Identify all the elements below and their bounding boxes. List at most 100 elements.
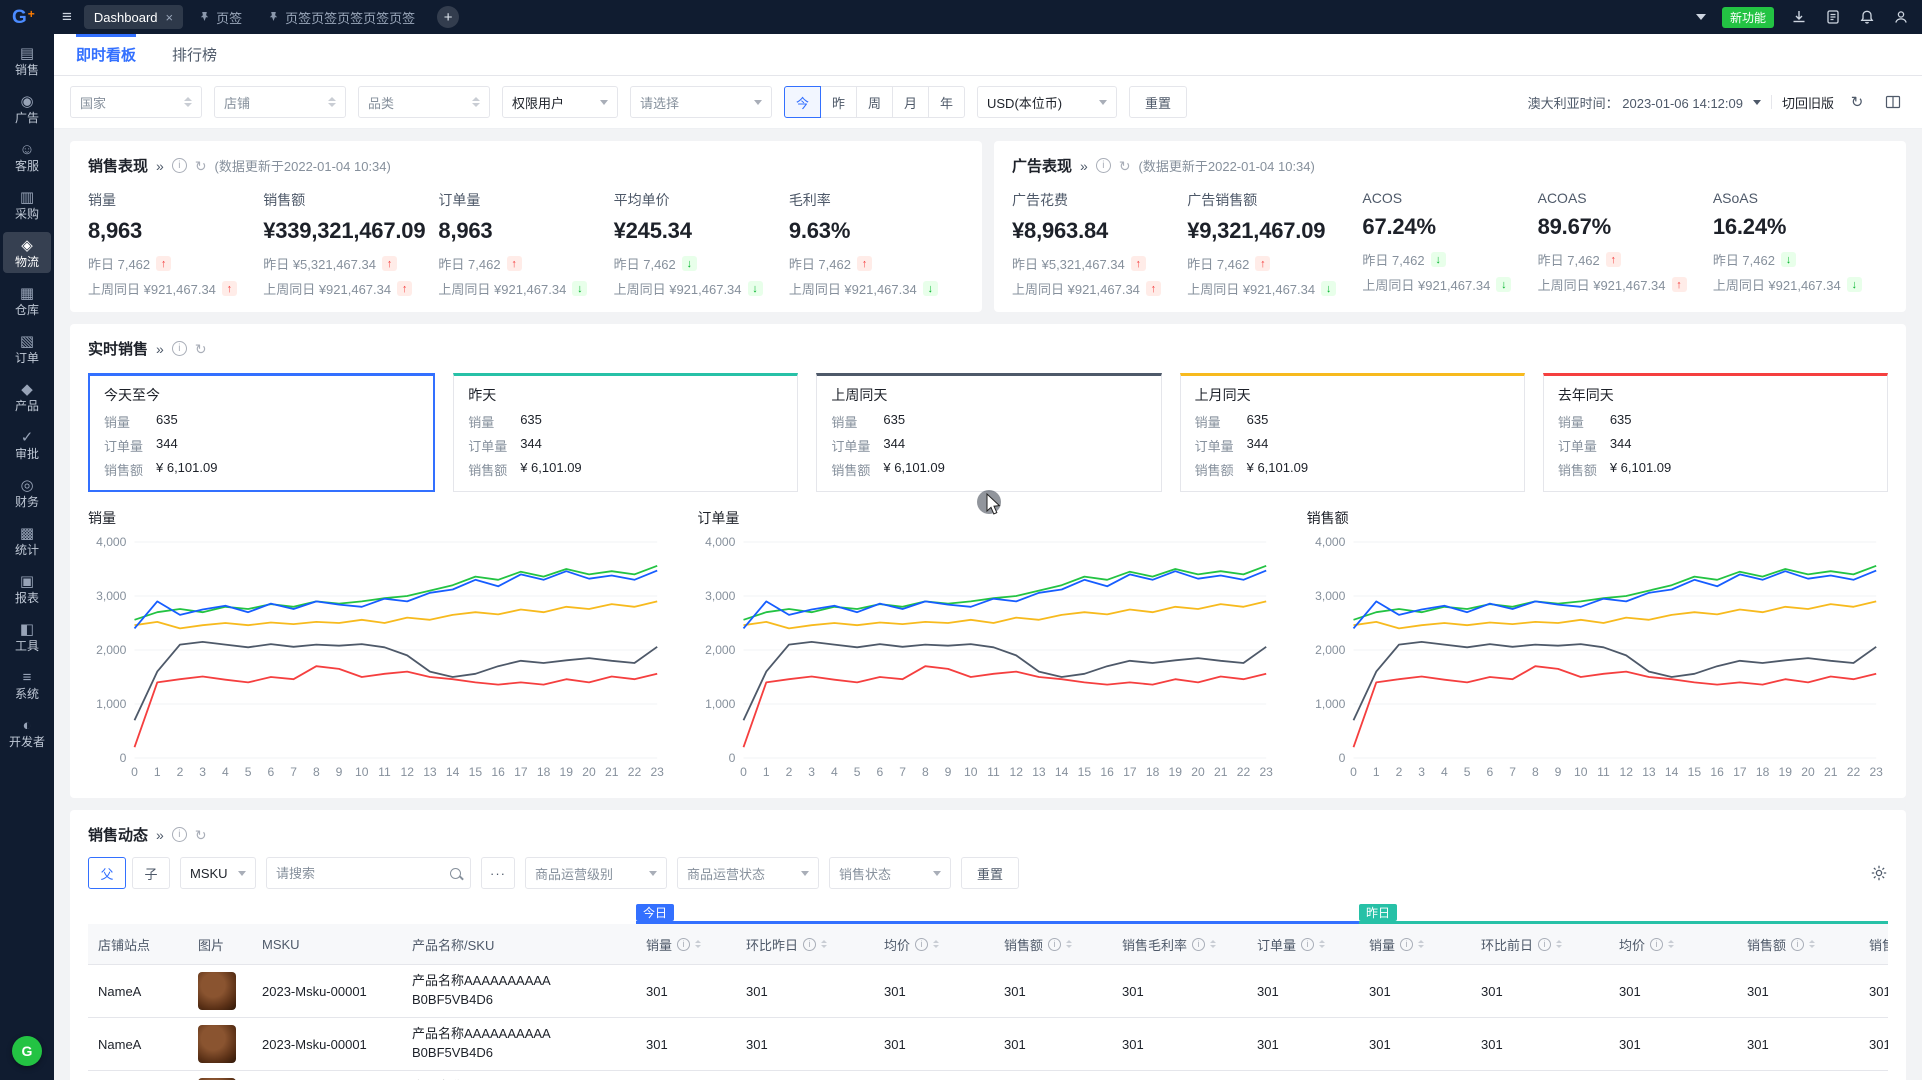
product-image[interactable]: [198, 1025, 236, 1063]
refresh-icon[interactable]: ↻: [195, 159, 207, 173]
refresh-icon[interactable]: ↻: [195, 828, 207, 842]
topbar-tab[interactable]: 页签: [189, 5, 252, 29]
document-icon[interactable]: [1824, 8, 1842, 26]
column-header[interactable]: 均价i: [874, 923, 994, 965]
tab-close-icon[interactable]: ×: [166, 10, 174, 25]
column-header[interactable]: 销售额i: [1737, 923, 1859, 965]
sort-icon[interactable]: [1668, 940, 1674, 948]
info-icon[interactable]: i: [1400, 938, 1413, 951]
sidebar-item-orders[interactable]: ▧订单: [3, 328, 51, 369]
info-icon[interactable]: i: [172, 158, 187, 173]
sort-icon[interactable]: [1066, 940, 1072, 948]
info-icon[interactable]: i: [1048, 938, 1061, 951]
time-today-button[interactable]: 今: [784, 86, 821, 118]
product-image[interactable]: [198, 972, 236, 1010]
realtime-summary-card[interactable]: 上月同天销量635订单量344销售额¥ 6,101.09: [1180, 373, 1525, 492]
reset-button[interactable]: 重置: [961, 857, 1019, 889]
table-row[interactable]: NameA2023-Msku-00001产品名称AAAAAAAAAAB0BF5V…: [88, 1071, 1888, 1080]
page-tab[interactable]: 即时看板: [76, 34, 136, 75]
info-icon[interactable]: i: [915, 938, 928, 951]
toggle-child-button[interactable]: 子: [132, 857, 170, 889]
column-header[interactable]: 订单量i: [1247, 923, 1359, 965]
expand-icon[interactable]: [156, 158, 164, 174]
column-header[interactable]: 环比昨日i: [736, 923, 874, 965]
support-avatar[interactable]: G: [12, 1036, 42, 1066]
sort-icon[interactable]: [933, 940, 939, 948]
sidebar-item-reports[interactable]: ▣报表: [3, 568, 51, 609]
sidebar-item-finance[interactable]: ◎财务: [3, 472, 51, 513]
sort-icon[interactable]: [1809, 940, 1815, 948]
product-name[interactable]: 产品名称AAAAAAAAAA: [412, 1025, 626, 1044]
menu-icon[interactable]: ≡: [62, 7, 72, 27]
realtime-summary-card[interactable]: 去年同天销量635订单量344销售额¥ 6,101.09: [1543, 373, 1888, 492]
app-logo[interactable]: G +: [12, 8, 50, 27]
page-tab[interactable]: 排行榜: [172, 34, 217, 75]
more-filters-button[interactable]: ···: [481, 857, 515, 889]
sidebar-item-products[interactable]: ◆产品: [3, 376, 51, 417]
realtime-summary-card[interactable]: 上周同天销量635订单量344销售额¥ 6,101.09: [816, 373, 1161, 492]
expand-icon[interactable]: [1080, 158, 1088, 174]
column-header[interactable]: MSKU: [252, 923, 402, 965]
table-row[interactable]: NameA2023-Msku-00001产品名称AAAAAAAAAAB0BF5V…: [88, 1018, 1888, 1071]
download-icon[interactable]: [1790, 8, 1808, 26]
realtime-summary-card[interactable]: 今天至今销量635订单量344销售额¥ 6,101.09: [88, 373, 435, 492]
sort-icon[interactable]: [1556, 940, 1562, 948]
gear-icon[interactable]: [1870, 864, 1888, 882]
filter-select[interactable]: 请选择: [630, 86, 772, 118]
info-icon[interactable]: i: [803, 938, 816, 951]
bell-icon[interactable]: [1858, 8, 1876, 26]
sort-icon[interactable]: [1418, 940, 1424, 948]
sidebar-item-stats[interactable]: ▩统计: [3, 520, 51, 561]
column-header[interactable]: 销量i: [636, 923, 736, 965]
filter-select[interactable]: 品类: [358, 86, 490, 118]
product-sku[interactable]: B0BF5VB4D6: [412, 991, 626, 1010]
filter-select[interactable]: 权限用户: [502, 86, 618, 118]
sidebar-item-logistics[interactable]: ◈物流: [3, 232, 51, 273]
refresh-icon[interactable]: ↻: [1844, 89, 1870, 115]
product-sku[interactable]: B0BF5VB4D6: [412, 1044, 626, 1063]
dynamics-select[interactable]: 商品运营级别: [525, 857, 667, 889]
search-icon[interactable]: [450, 868, 461, 879]
column-header[interactable]: 店铺站点: [88, 923, 188, 965]
info-icon[interactable]: i: [1650, 938, 1663, 951]
column-header[interactable]: 销售额i: [994, 923, 1112, 965]
search-input[interactable]: [276, 866, 444, 881]
column-header[interactable]: 图片: [188, 923, 252, 965]
switch-old-version-link[interactable]: 切回旧版: [1782, 93, 1834, 112]
time-month-button[interactable]: 月: [892, 86, 929, 118]
info-icon[interactable]: i: [1538, 938, 1551, 951]
info-icon[interactable]: i: [172, 341, 187, 356]
sidebar-item-purchase[interactable]: ▥采购: [3, 184, 51, 225]
sidebar-item-warehouse[interactable]: ▦仓库: [3, 280, 51, 321]
column-header[interactable]: 均价i: [1609, 923, 1737, 965]
time-year-button[interactable]: 年: [928, 86, 965, 118]
time-week-button[interactable]: 周: [856, 86, 893, 118]
info-icon[interactable]: i: [677, 938, 690, 951]
filter-select[interactable]: 国家: [70, 86, 202, 118]
layout-columns-icon[interactable]: [1880, 89, 1906, 115]
info-icon[interactable]: i: [1301, 938, 1314, 951]
sidebar-item-system[interactable]: ≡系统: [3, 664, 51, 705]
msku-select[interactable]: MSKU: [180, 857, 256, 889]
dynamics-select[interactable]: 销售状态: [829, 857, 951, 889]
column-header[interactable]: 环比前日i: [1471, 923, 1609, 965]
sort-icon[interactable]: [1319, 940, 1325, 948]
column-header[interactable]: 产品名称/SKU: [402, 923, 636, 965]
info-icon[interactable]: i: [1791, 938, 1804, 951]
dynamics-select[interactable]: 商品运营状态: [677, 857, 819, 889]
expand-icon[interactable]: [156, 341, 164, 357]
sidebar-item-developer[interactable]: ◐开发者: [3, 712, 51, 753]
table-row[interactable]: NameA2023-Msku-00001产品名称AAAAAAAAAAB0BF5V…: [88, 965, 1888, 1018]
sort-icon[interactable]: [821, 940, 827, 948]
time-yesterday-button[interactable]: 昨: [820, 86, 857, 118]
sidebar-item-tools[interactable]: ◧工具: [3, 616, 51, 657]
currency-select[interactable]: USD(本位币): [977, 86, 1117, 118]
product-name[interactable]: 产品名称AAAAAAAAAA: [412, 972, 626, 991]
add-tab-button[interactable]: +: [437, 6, 459, 28]
refresh-icon[interactable]: ↻: [195, 342, 207, 356]
sidebar-item-sales[interactable]: ▤销售: [3, 40, 51, 81]
refresh-icon[interactable]: ↻: [1119, 159, 1131, 173]
sort-icon[interactable]: [1210, 940, 1216, 948]
user-icon[interactable]: [1892, 8, 1910, 26]
topbar-tab[interactable]: Dashboard×: [84, 5, 183, 29]
